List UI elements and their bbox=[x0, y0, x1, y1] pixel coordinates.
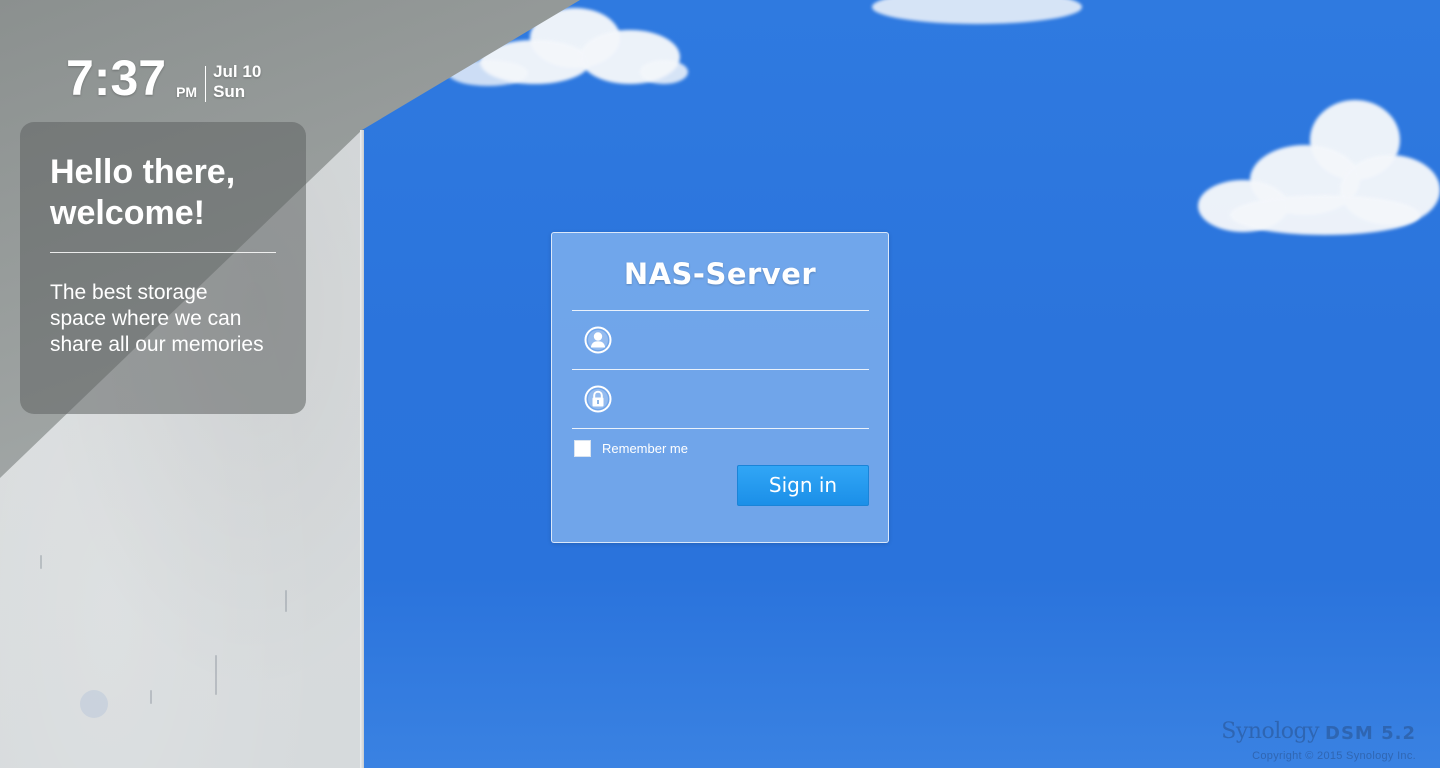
copyright-text: Copyright © 2015 Synology Inc. bbox=[1252, 750, 1416, 762]
cloud-top-center bbox=[872, 0, 1092, 30]
wall-texture bbox=[40, 555, 42, 569]
clock-time: 7:37 bbox=[66, 50, 167, 106]
sign-in-button[interactable]: Sign in bbox=[737, 465, 869, 506]
welcome-card: Hello there, welcome! The best storage s… bbox=[20, 122, 306, 414]
server-name-title: NAS-Server bbox=[623, 257, 817, 291]
wall-texture bbox=[80, 690, 108, 718]
password-input[interactable] bbox=[624, 382, 868, 418]
welcome-title-line1: Hello there, bbox=[50, 153, 236, 191]
welcome-divider bbox=[50, 252, 276, 253]
clock-ampm: PM bbox=[176, 84, 198, 100]
username-input[interactable] bbox=[624, 323, 868, 359]
wall-texture bbox=[215, 655, 217, 695]
remember-me[interactable]: Remember me bbox=[574, 440, 688, 457]
user-icon bbox=[584, 326, 612, 354]
login-page: 7:37 PM Jul 10 Sun Hello there, welcome!… bbox=[0, 0, 1440, 768]
welcome-title: Hello there, welcome! bbox=[50, 152, 276, 234]
wall-texture bbox=[150, 690, 152, 704]
username-field[interactable] bbox=[572, 311, 869, 369]
clock-date: Jul 10 Sun bbox=[213, 62, 261, 102]
login-divider bbox=[572, 428, 869, 429]
clock-date-weekday: Sun bbox=[213, 82, 246, 101]
remember-me-checkbox[interactable] bbox=[574, 440, 591, 457]
welcome-title-line2: welcome! bbox=[50, 194, 205, 232]
password-field[interactable] bbox=[572, 370, 869, 428]
clock-date-day: Jul 10 bbox=[213, 62, 262, 81]
brand-logo: Synology DSM 5.2 bbox=[1221, 720, 1416, 744]
lock-icon bbox=[584, 385, 612, 413]
clock: 7:37 PM Jul 10 Sun bbox=[66, 52, 261, 104]
login-dialog: NAS-Server Remember me Sign in bbox=[551, 232, 889, 543]
remember-me-label[interactable]: Remember me bbox=[602, 441, 688, 456]
welcome-message: The best storage space where we can shar… bbox=[50, 281, 264, 356]
brand-version: DSM 5.2 bbox=[1325, 723, 1416, 744]
brand-name: Synology bbox=[1221, 719, 1320, 744]
wall-edge bbox=[360, 130, 364, 768]
wall-texture bbox=[285, 590, 287, 612]
cloud-right bbox=[1190, 95, 1440, 240]
clock-divider bbox=[205, 66, 207, 102]
